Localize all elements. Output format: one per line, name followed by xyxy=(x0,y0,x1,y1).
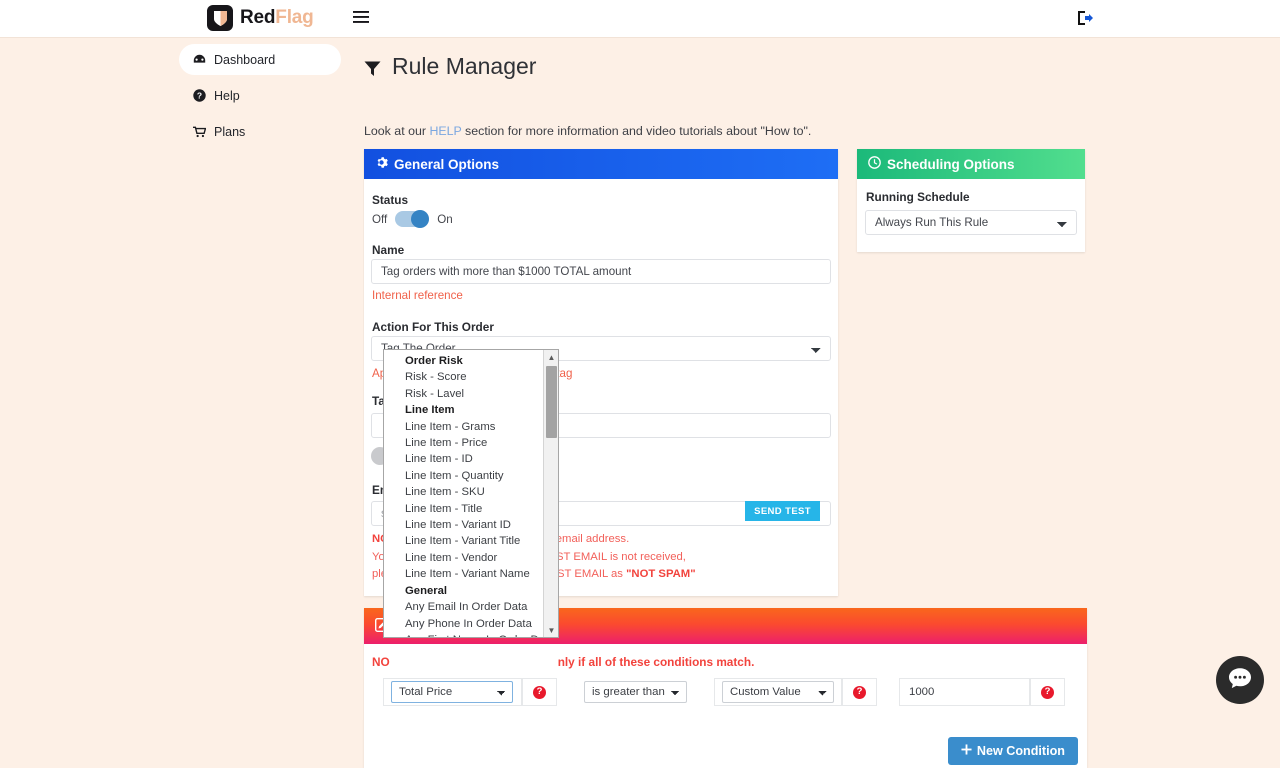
toggle-on-label: On xyxy=(437,213,452,226)
running-schedule-label: Running Schedule xyxy=(866,190,970,204)
action-label: Action For This Order xyxy=(372,320,494,334)
question-mark-icon[interactable]: ? xyxy=(853,686,866,699)
page-subtitle: Look at our HELP section for more inform… xyxy=(364,124,811,138)
sidebar-item-label: Dashboard xyxy=(214,53,275,67)
sidebar-item-dashboard[interactable]: Dashboard xyxy=(179,44,341,75)
clock-icon xyxy=(868,156,881,172)
filter-funnel-icon xyxy=(363,57,382,76)
subtitle-after: section for more information and video t… xyxy=(462,124,812,138)
sidebar-item-plans[interactable]: Plans xyxy=(179,116,341,147)
condition-field-cell: Total Price xyxy=(383,678,522,706)
cart-icon xyxy=(193,125,206,138)
brand-logo[interactable]: RedFlag xyxy=(207,5,314,31)
condition-row: Total Price ? is greater than Custom Val… xyxy=(383,678,1065,706)
dropdown-option-list[interactable]: Order RiskRisk - ScoreRisk - LavelLine I… xyxy=(384,350,544,637)
condition-operator-cell: is greater than xyxy=(584,678,687,706)
subtitle-before: Look at our xyxy=(364,124,429,138)
status-toggle-row: Off On xyxy=(372,211,453,227)
conditions-note: NO nly if all of these conditions match. xyxy=(372,655,754,669)
new-condition-button[interactable]: New Condition xyxy=(948,737,1078,765)
hamburger-icon[interactable] xyxy=(353,10,369,28)
help-link[interactable]: HELP xyxy=(429,124,461,138)
field-selector-dropdown[interactable]: Order RiskRisk - ScoreRisk - LavelLine I… xyxy=(383,349,559,638)
dropdown-group-label: Order Risk xyxy=(384,353,544,369)
sidebar: Dashboard ? Help Plans xyxy=(0,38,363,720)
brand-name-second: Flag xyxy=(275,7,313,28)
dropdown-option[interactable]: Line Item - Price xyxy=(384,435,544,451)
dropdown-option[interactable]: Line Item - Vendor xyxy=(384,550,544,566)
question-mark-icon[interactable]: ? xyxy=(533,686,546,699)
dropdown-option[interactable]: Line Item - Variant Title xyxy=(384,533,544,549)
condition-value-cell xyxy=(899,678,1030,706)
dropdown-option[interactable]: Line Item - ID xyxy=(384,451,544,467)
dropdown-option[interactable]: Any Email In Order Data xyxy=(384,599,544,615)
condition-operator-select[interactable]: is greater than xyxy=(584,681,687,703)
dropdown-scrollbar[interactable]: ▲ ▼ xyxy=(543,350,558,637)
chat-widget-button[interactable] xyxy=(1216,656,1264,704)
new-condition-label: New Condition xyxy=(977,744,1065,758)
dropdown-option[interactable]: Risk - Score xyxy=(384,369,544,385)
dropdown-group-label: Line Item xyxy=(384,402,544,418)
general-options-title: General Options xyxy=(394,157,499,172)
dropdown-scrollbar-thumb[interactable] xyxy=(546,366,557,438)
dropdown-option[interactable]: Line Item - SKU xyxy=(384,484,544,500)
redflag-shield-icon xyxy=(207,5,233,31)
conditions-note-tail: nly if all of these conditions match. xyxy=(558,655,755,669)
dropdown-option[interactable]: Line Item - Variant Name xyxy=(384,566,544,582)
top-navbar: RedFlag xyxy=(0,0,1280,38)
caret-up-icon[interactable]: ▲ xyxy=(544,350,559,364)
dropdown-option[interactable]: Risk - Lavel xyxy=(384,386,544,402)
toggle-off-label: Off xyxy=(372,213,387,226)
note3-bold: "NOT SPAM" xyxy=(626,568,696,580)
rule-name-input[interactable] xyxy=(371,259,831,284)
dropdown-option[interactable]: Line Item - Title xyxy=(384,501,544,517)
send-test-button[interactable]: SEND TEST xyxy=(745,501,820,521)
sidebar-item-help[interactable]: ? Help xyxy=(179,80,341,111)
toggle-knob xyxy=(411,210,429,228)
gear-icon xyxy=(375,156,388,172)
sidebar-item-label: Help xyxy=(214,89,240,103)
caret-down-icon[interactable]: ▼ xyxy=(544,623,559,637)
dropdown-option[interactable]: Any First Name In Order Data xyxy=(384,632,544,637)
condition-source-help-cell: ? xyxy=(842,678,877,706)
condition-source-select[interactable]: Custom Value xyxy=(722,681,834,703)
status-toggle[interactable] xyxy=(395,211,429,227)
name-helper-text: Internal reference xyxy=(372,289,463,302)
dropdown-option[interactable]: Line Item - Variant ID xyxy=(384,517,544,533)
condition-value-input[interactable] xyxy=(902,681,1029,703)
svg-text:?: ? xyxy=(197,91,202,101)
brand-wordmark: RedFlag xyxy=(240,7,314,29)
sign-out-icon[interactable] xyxy=(1077,10,1095,28)
condition-field-help-cell: ? xyxy=(522,678,557,706)
running-schedule-select[interactable]: Always Run This Rule xyxy=(865,210,1077,235)
plus-icon xyxy=(961,744,972,758)
chat-bubble-icon xyxy=(1227,666,1253,695)
condition-value-help-cell: ? xyxy=(1030,678,1065,706)
dropdown-option[interactable]: Any Phone In Order Data xyxy=(384,616,544,632)
scheduling-options-title: Scheduling Options xyxy=(887,157,1015,172)
general-options-header: General Options xyxy=(364,149,838,179)
dashboard-icon xyxy=(193,53,206,66)
question-mark-icon[interactable]: ? xyxy=(1041,686,1054,699)
dropdown-option[interactable]: Line Item - Grams xyxy=(384,419,544,435)
scheduling-options-header: Scheduling Options xyxy=(857,149,1085,179)
page-title: Rule Manager xyxy=(363,53,536,80)
question-circle-icon: ? xyxy=(193,89,206,102)
dropdown-group-label: General xyxy=(384,583,544,599)
conditions-note-prefix: NO xyxy=(372,655,390,669)
dropdown-option[interactable]: Line Item - Quantity xyxy=(384,468,544,484)
status-label: Status xyxy=(372,193,408,207)
scheduling-options-card: Scheduling Options Running Schedule Alwa… xyxy=(857,149,1085,252)
name-label: Name xyxy=(372,243,404,257)
condition-source-cell: Custom Value xyxy=(714,678,842,706)
brand-name-first: Red xyxy=(240,7,275,28)
sidebar-item-label: Plans xyxy=(214,125,245,139)
page-title-text: Rule Manager xyxy=(392,53,536,80)
condition-field-select[interactable]: Total Price xyxy=(391,681,513,703)
